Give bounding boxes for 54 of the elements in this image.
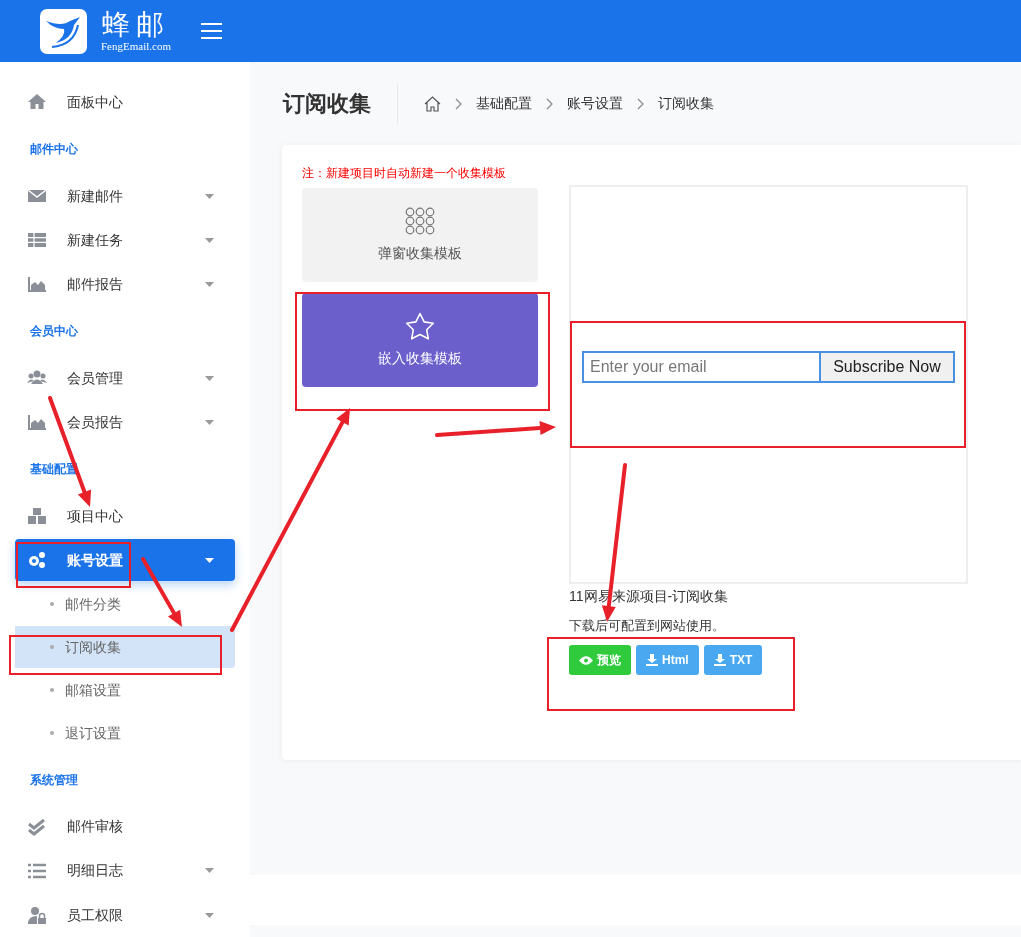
section-label: 系统管理 <box>30 771 78 789</box>
template-option[interactable]: 嵌入收集模板 <box>302 293 538 387</box>
chevron-icon <box>637 97 644 110</box>
brand-domain: FengEmail.com <box>101 40 171 52</box>
bird-logo-icon <box>40 8 87 54</box>
bullet-icon <box>50 731 54 736</box>
sidebar-item[interactable]: 邮件报告 <box>15 263 235 306</box>
download-icon <box>713 654 726 666</box>
star-icon <box>405 311 435 340</box>
breadcrumb-link[interactable]: 订阅收集 <box>658 93 714 114</box>
sidebar-item[interactable]: 账号设置 <box>15 539 235 582</box>
sidebar-item[interactable]: 新建邮件 <box>15 175 235 218</box>
submenu-item[interactable]: 订阅收集 <box>15 626 235 669</box>
area-chart-icon <box>27 275 47 294</box>
section-label: 邮件中心 <box>30 141 78 159</box>
user-lock-icon <box>27 906 47 924</box>
note-text: 注：新建项目时自动新建一个收集模板 <box>302 165 507 181</box>
email-field[interactable]: Enter your email <box>582 351 821 383</box>
bullet-icon <box>50 688 54 693</box>
submenu-item[interactable]: 邮件分类 <box>15 583 235 626</box>
page-title: 订阅收集 <box>283 83 398 124</box>
dots-grid-icon <box>405 206 435 235</box>
sidebar-item[interactable]: 明细日志 <box>15 849 235 892</box>
bullet-icon <box>50 645 54 650</box>
sidebar-item[interactable]: 会员报告 <box>15 401 235 444</box>
table-icon <box>27 231 47 250</box>
double-check-icon <box>27 817 47 836</box>
template-option[interactable]: 弹窗收集模板 <box>302 188 538 282</box>
annotation-arrow <box>141 557 182 627</box>
subscribe-button[interactable]: Subscribe Now <box>821 351 955 383</box>
menu-icon[interactable] <box>200 23 222 39</box>
sidebar-item[interactable]: 项目中心 <box>15 495 235 538</box>
sidebar-item[interactable]: 邮件审核 <box>15 805 235 848</box>
eye-icon <box>579 655 593 665</box>
chevron-icon <box>546 97 553 110</box>
chevron-icon <box>455 97 462 110</box>
breadcrumb-link[interactable]: 基础配置 <box>476 93 532 114</box>
bullet-icon <box>50 602 54 607</box>
section-label: 会员中心 <box>30 323 78 341</box>
brand-name: 蜂邮 <box>102 10 170 39</box>
boxes-icon <box>27 507 47 526</box>
list-icon <box>27 861 47 880</box>
sidebar-item[interactable]: 新建任务 <box>15 219 235 262</box>
download-icon <box>646 654 658 666</box>
submenu-item[interactable]: 邮箱设置 <box>15 669 235 712</box>
sidebar-item[interactable]: 会员管理 <box>15 357 235 400</box>
area-chart-icon <box>27 413 47 432</box>
sidebar-item[interactable]: 面板中心 <box>15 81 235 124</box>
home-icon[interactable] <box>424 95 441 112</box>
house-icon <box>27 93 47 112</box>
sidebar-item[interactable]: 员工权限 <box>15 894 235 936</box>
submenu-item[interactable]: 退订设置 <box>15 712 235 755</box>
breadcrumb-link[interactable]: 账号设置 <box>567 93 623 114</box>
hint-text: 下载后可配置到网站使用。 <box>569 617 726 635</box>
